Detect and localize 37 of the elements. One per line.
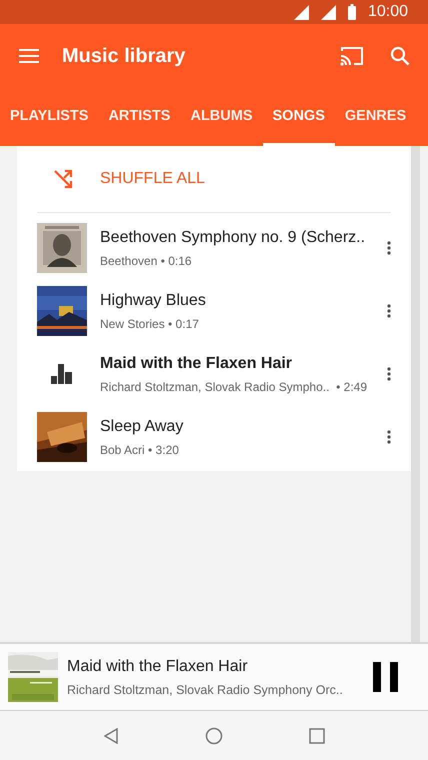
search-icon [390,46,410,66]
song-subtitle: Beethoven • 0:16 [100,252,193,270]
tab[interactable]: PLAYLISTS [0,88,98,146]
tab[interactable]: ARTISTS [98,88,180,146]
battery-icon [348,4,356,20]
song-subtitle: Richard Stoltzman, Slovak Radio Sympho.. • 2:49 [100,378,368,396]
song-row[interactable]: Highway Blues New Stories • 0:17 [17,279,411,342]
signal-icon [294,4,309,20]
song-row[interactable]: Sleep Away Bob Acri • 3:20 [17,405,411,468]
song-subtitle: New Stories • 0:17 [100,316,200,332]
song-title: Maid with the Flaxen Hair [100,354,294,374]
more-icon [387,430,391,444]
tab[interactable]: GENRES [334,88,416,146]
toolbar-title: Music library [62,44,186,69]
back-icon [104,728,118,744]
track-title: Maid with the Flaxen Hair [67,656,249,677]
song-row[interactable]: Maid with the Flaxen Hair Richard Stoltzman, Slovak Radio Sympho.. • 2:49 [17,342,411,405]
more-icon [387,366,391,380]
more-icon [387,240,391,254]
status-time: 10:00 [368,2,408,22]
square-icon [308,728,325,744]
signal-icon [320,4,336,20]
song-title: Highway Blues [100,290,207,310]
song-title: Beethoven Symphony no. 9 (Scherz.. [100,228,366,248]
menu-icon [19,49,39,63]
home-icon [204,726,223,744]
song-row[interactable]: Beethoven Symphony no. 9 (Scherz.. Beethoven • 0:16 [17,216,411,279]
now-playing-bar[interactable]: Maid with the Flaxen Hair Richard Stoltzman, Slovak Radio Symphony Orc.. [0,642,428,710]
song-title: Sleep Away [100,416,184,436]
tab[interactable]: ALBUMS [180,88,262,146]
pause-icon [373,662,399,692]
shuffle-icon [53,169,73,189]
shuffle-all-button[interactable]: SHUFFLE ALL [17,146,411,212]
cast-icon [340,46,364,66]
track-subtitle: Richard Stoltzman, Slovak Radio Symphony Orc.. [67,682,344,699]
song-subtitle: Bob Acri • 3:20 [100,442,180,458]
more-icon [387,304,391,318]
